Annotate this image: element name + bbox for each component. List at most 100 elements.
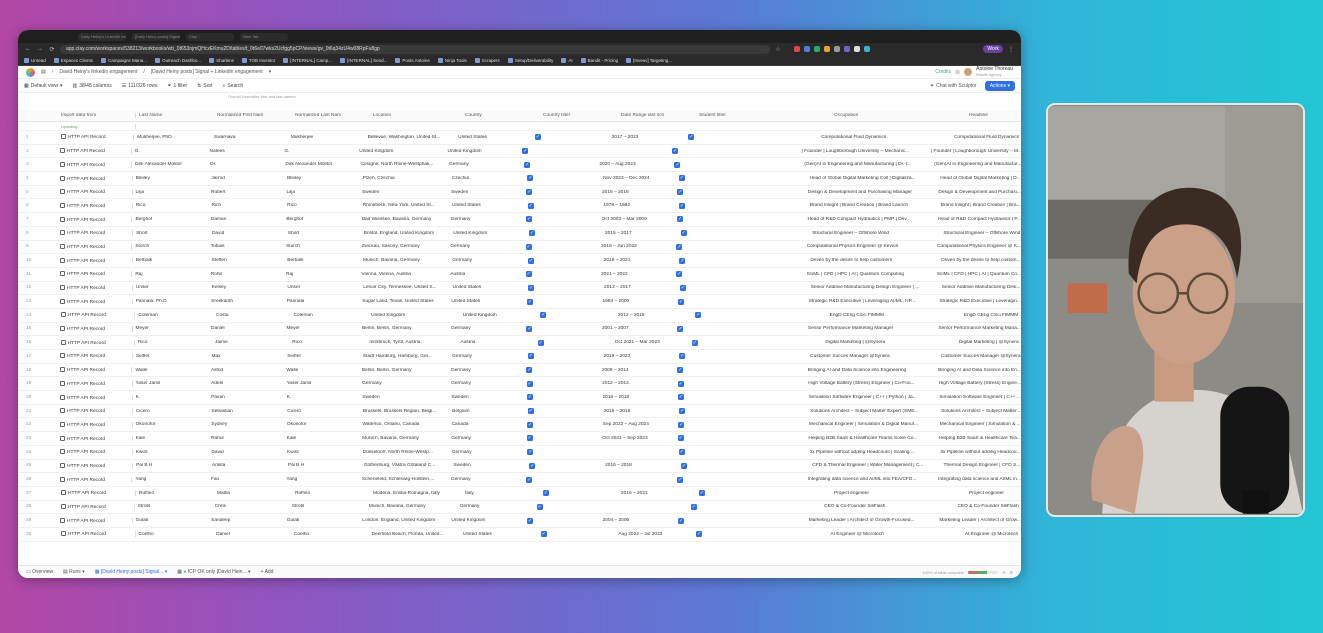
checkbox-checked-icon[interactable]: ✓ xyxy=(524,161,531,168)
table-cell[interactable]: SciML | CFD | HPC | AI | Quantum Co... xyxy=(934,272,1021,277)
table-cell[interactable]: ✓ xyxy=(523,189,598,196)
table-cell[interactable]: Walle xyxy=(132,368,207,373)
table-cell[interactable]: Head of R&D Compact Hydraulics | PMP | D… xyxy=(805,217,935,222)
table-cell[interactable]: United Kingdom xyxy=(445,149,520,154)
table-cell[interactable]: Mechanical Engineer | Simulation & Digit… xyxy=(806,422,937,427)
table-cell[interactable]: 3x Pipeline without adding Headcount | S… xyxy=(807,450,938,455)
browser-tab[interactable]: New Tab xyxy=(240,32,288,41)
table-cell[interactable]: 1978 – 1982 xyxy=(600,203,676,208)
table-cell[interactable]: (Gen)AI in Engineering and Manufacturing… xyxy=(801,162,931,167)
table-cell[interactable]: ✓ xyxy=(525,284,601,291)
table-cell[interactable]: 2016 – 2018 xyxy=(600,395,676,400)
table-cell[interactable]: Cicero xyxy=(284,409,360,414)
table-cell[interactable]: Swarnava xyxy=(211,135,288,140)
credits-label[interactable]: Credits xyxy=(935,69,951,75)
table-row[interactable]: 19 HTTP API Record Yaser Jamil Adeel Yaser J… xyxy=(18,377,1021,392)
table-cell[interactable]: ✓ xyxy=(673,243,803,250)
checkbox-checked-icon[interactable]: ✓ xyxy=(678,449,685,456)
table-cell[interactable]: Munich, Bavaria, Germany xyxy=(366,504,457,509)
checkbox-checked-icon[interactable]: ✓ xyxy=(677,367,684,374)
table-cell[interactable]: HTTP API Record xyxy=(57,161,133,168)
table-cell[interactable]: HTTP API Record xyxy=(57,326,133,332)
table-cell[interactable]: HTTP API Record xyxy=(57,476,133,483)
help-icon[interactable]: ⓪ xyxy=(955,69,960,76)
bookmark-item[interactable]: Sharlens xyxy=(209,57,234,63)
rows-button[interactable]: ☰ 111/326 rows xyxy=(122,83,158,89)
table-cell[interactable]: Senior Additive Manufacturing Design Eng… xyxy=(808,285,939,290)
table-cell[interactable]: Sweden xyxy=(359,395,448,400)
checkbox-checked-icon[interactable]: ✓ xyxy=(527,421,534,428)
view-selector[interactable]: ▦ Default view ▾ xyxy=(24,83,62,89)
avatar[interactable] xyxy=(964,68,973,76)
table-cell[interactable]: 1984 – 2000 xyxy=(600,299,676,304)
table-cell[interactable]: ✓ xyxy=(688,503,821,510)
table-cell[interactable]: Meyer xyxy=(283,326,358,331)
table-cell[interactable]: Dirk Alexander Molitor xyxy=(282,162,357,167)
table-cell[interactable]: Fan xyxy=(208,477,283,482)
checkbox-checked-icon[interactable]: ✓ xyxy=(526,325,533,332)
table-cell[interactable]: David xyxy=(208,450,284,455)
table-cell[interactable]: Sweden xyxy=(448,395,524,400)
table-cell[interactable]: Pal B H xyxy=(133,463,209,468)
table-cell[interactable]: HTTP API Record xyxy=(57,435,133,442)
table-cell[interactable]: ✓ xyxy=(692,312,826,319)
table-cell[interactable]: ✓ xyxy=(675,421,806,428)
bookmark-item[interactable]: Campaigns Mana... xyxy=(101,57,147,63)
table-cell[interactable]: Berbalk xyxy=(284,258,360,263)
table-cell[interactable]: David xyxy=(209,231,285,236)
column-header[interactable]: Import data from xyxy=(58,113,136,118)
bookmark-item[interactable]: [INTERNAL] Send... xyxy=(340,57,387,63)
sidebar-toggle-icon[interactable]: ▤ xyxy=(41,69,46,75)
table-cell[interactable]: United Kingdom xyxy=(368,313,460,318)
table-cell[interactable]: Meyer xyxy=(133,326,208,331)
table-cell[interactable]: ✓ xyxy=(519,148,594,155)
table-cell[interactable]: G. xyxy=(132,149,207,154)
table-cell[interactable]: ✓ xyxy=(525,202,601,209)
table-cell[interactable]: Structural Engineer – Offshore Wind xyxy=(809,231,940,236)
table-cell[interactable]: Düsseldorf, North Rhine-Westp... xyxy=(360,450,449,455)
table-cell[interactable]: ✓ xyxy=(696,490,831,497)
table-cell[interactable]: Germany xyxy=(449,450,525,455)
table-cell[interactable]: High Voltage Battery (Stress) Engine... xyxy=(936,381,1021,386)
table-cell[interactable]: Lilja xyxy=(283,190,358,195)
table-cell[interactable]: HTTP API Record xyxy=(57,202,133,209)
table-cell[interactable]: 2020 – Aug 2023 xyxy=(596,162,671,167)
table-cell[interactable]: Customer Succes Manager @Synera xyxy=(938,354,1021,359)
table-cell[interactable]: ✓ xyxy=(526,462,602,469)
table-cell[interactable]: EngD CEng CSci FIMMM xyxy=(827,313,961,318)
table-cell[interactable]: ✓ xyxy=(673,271,803,278)
table-cell[interactable]: | Founder | Loughborough University – M.… xyxy=(928,149,1021,154)
table-cell[interactable]: ✓ xyxy=(676,175,807,182)
table-row[interactable]: 30 HTTP API Record Coelho Daniel Coelho Deerf… xyxy=(18,528,1021,542)
table-cell[interactable]: HTTP API Record xyxy=(57,421,133,428)
reload-icon[interactable]: ⟳ xyxy=(48,46,56,53)
table-row[interactable]: 9 HTTP API Record Storch Tobias Storch Zwicka… xyxy=(18,241,1021,255)
checkbox-checked-icon[interactable]: ✓ xyxy=(526,189,533,196)
checkbox-checked-icon[interactable]: ✓ xyxy=(677,325,684,332)
table-cell[interactable]: Sydney xyxy=(208,422,284,427)
table-cell[interactable]: Brand Insight | Brand Creation | Brand L… xyxy=(807,203,938,208)
extension-icon[interactable] xyxy=(814,46,820,52)
extension-icon[interactable] xyxy=(804,46,810,52)
table-row[interactable]: 28 HTTP API Record Strobl Chris Strobl Munich… xyxy=(18,501,1021,515)
table-cell[interactable]: Adeel xyxy=(208,381,284,386)
table-cell[interactable]: Berbalk xyxy=(133,258,209,263)
table-cell[interactable]: Cicero xyxy=(133,409,209,414)
table-cell[interactable]: Stadt Hamburg, Hamburg, Ger... xyxy=(360,354,449,359)
checkbox-checked-icon[interactable]: ✓ xyxy=(526,298,533,305)
table-cell[interactable]: Kelsey xyxy=(209,285,285,290)
table-cell[interactable]: HTTP API Record xyxy=(57,408,133,414)
table-cell[interactable]: Mukherjee xyxy=(288,135,365,140)
column-header[interactable]: Country xyxy=(462,113,540,118)
table-cell[interactable]: Yaser Jamil xyxy=(284,381,360,386)
table-row[interactable]: 23 HTTP API Record Kale Rahul Kale Munich, Ba… xyxy=(18,432,1021,446)
table-cell[interactable]: Sweden xyxy=(448,190,523,195)
table-row[interactable]: 12 HTTP API Record Unser Kelsey Unser Lenoir … xyxy=(18,282,1021,296)
table-cell[interactable]: Oct 2021 – Mar 2023 xyxy=(612,340,689,345)
table-cell[interactable]: Deerfield Beach, Florida, United... xyxy=(368,532,460,537)
table-row[interactable]: 10 HTTP API Record Berbalk Steffen Berbalk Mu… xyxy=(18,254,1021,268)
table-cell[interactable]: 2016 – 2021 xyxy=(618,491,696,496)
table-cell[interactable]: Vienna, Vienna, Austria xyxy=(358,272,447,277)
table-cell[interactable]: HTTP API Record xyxy=(58,531,136,538)
sort-button[interactable]: ⇅ Sort xyxy=(197,83,212,89)
